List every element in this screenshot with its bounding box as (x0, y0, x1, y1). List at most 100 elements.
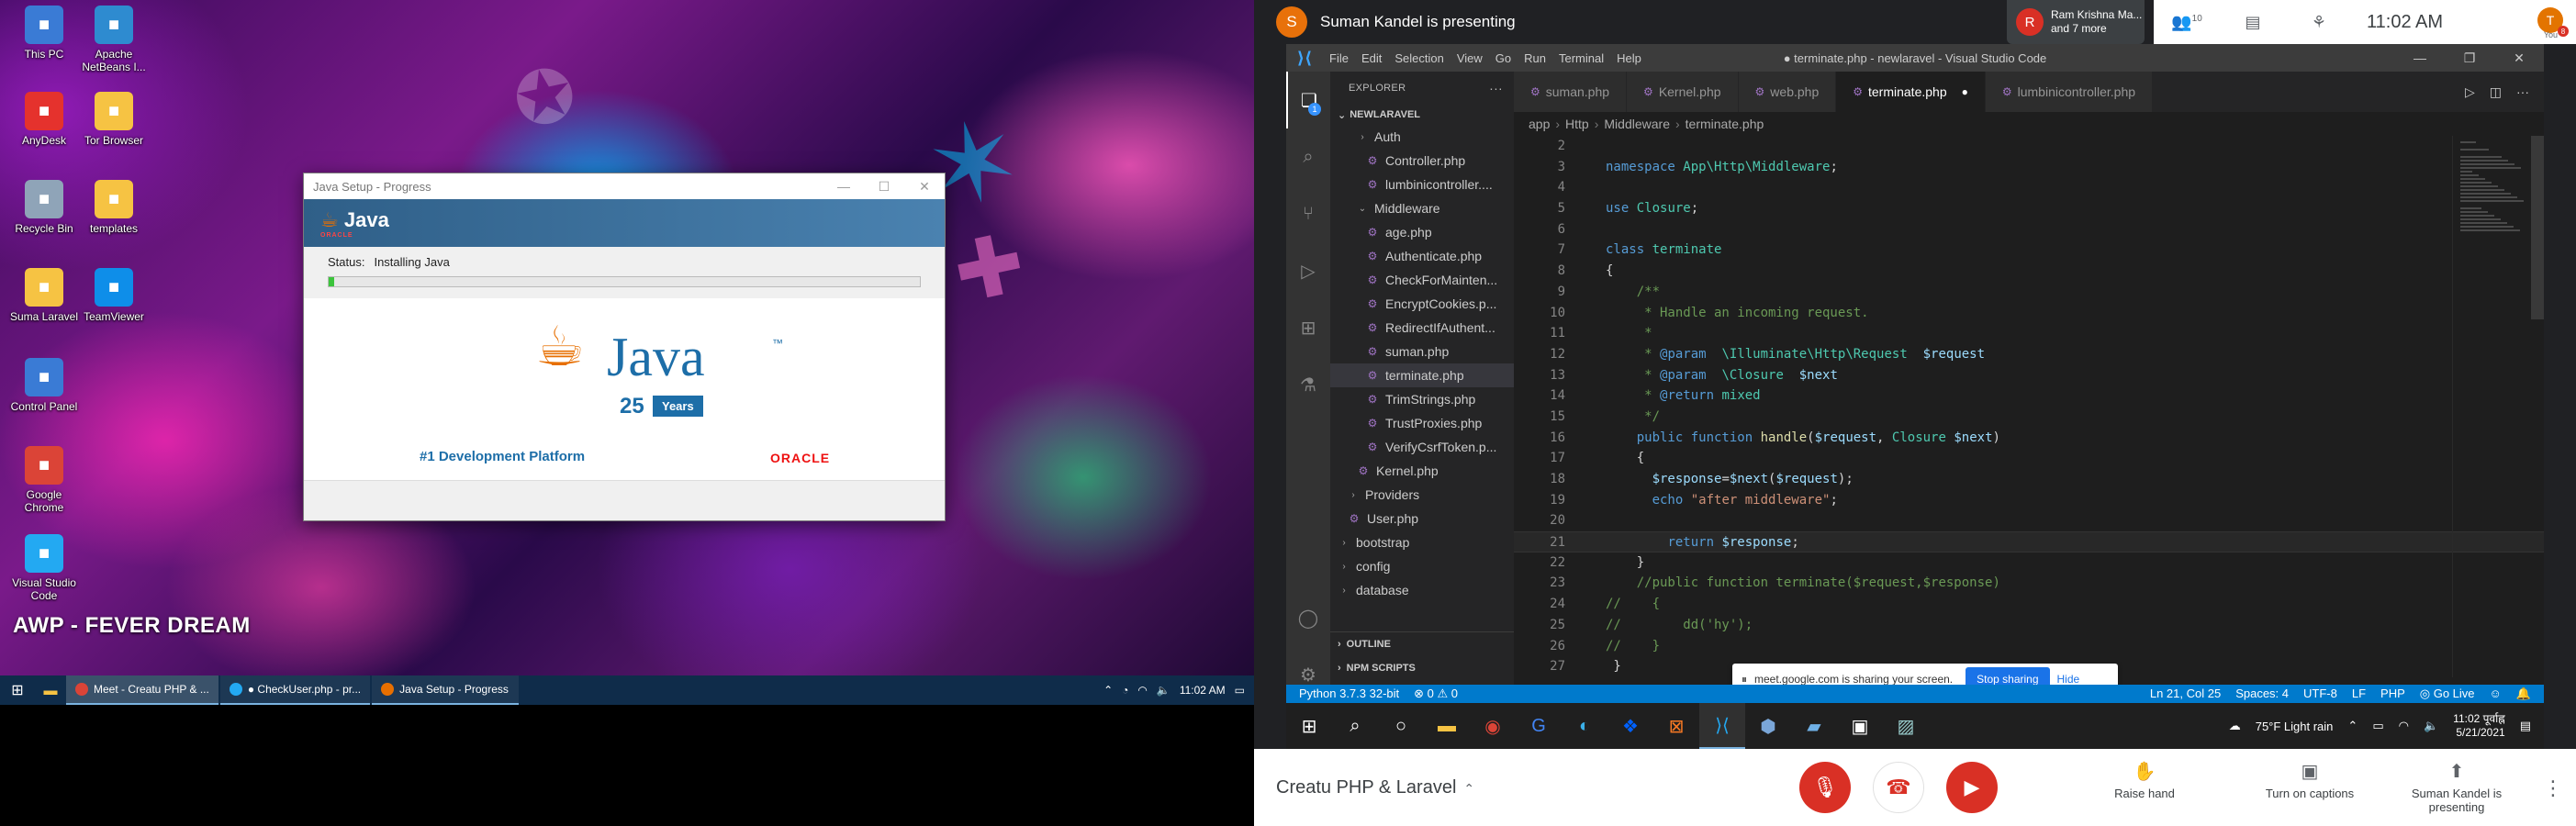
file-tree-item[interactable]: › bootstrap (1330, 530, 1514, 554)
dropbox-icon[interactable]: ❖ (1607, 703, 1653, 749)
menu-item-view[interactable]: View (1450, 51, 1489, 65)
file-tree-item[interactable]: › database (1330, 578, 1514, 602)
code-line[interactable]: 11 * (1514, 323, 2544, 344)
menu-item-edit[interactable]: Edit (1355, 51, 1388, 65)
code-line[interactable]: 10 * Handle an incoming request. (1514, 303, 2544, 324)
status-spaces[interactable]: Spaces: 4 (2235, 686, 2289, 701)
code-line[interactable]: 3 namespace App\Http\Middleware; (1514, 157, 2544, 178)
people-button[interactable]: 👥10 (2154, 13, 2220, 32)
file-tree-item[interactable]: ⚙ User.php (1330, 507, 1514, 530)
desktop-icon[interactable]: ■ templates (79, 180, 149, 235)
editor-tab[interactable]: ⚙ terminate.php ● (1836, 72, 1986, 112)
more-options-icon[interactable]: ⋮ (2543, 776, 2563, 800)
file-tree-item[interactable]: ⌄ Middleware (1330, 196, 1514, 220)
desktop-icon[interactable]: ■ This PC (9, 6, 79, 61)
restore-icon[interactable]: ❐ (2445, 44, 2494, 72)
chrome-icon[interactable]: ◉ (1470, 703, 1516, 749)
editor-scrollbar[interactable] (2531, 136, 2544, 319)
file-tree-item[interactable]: › Auth (1330, 125, 1514, 149)
presenting-button[interactable]: ⬆ Suman Kandel is presenting (2402, 760, 2512, 814)
desktop-icon[interactable]: ■ Suma Laravel (9, 268, 79, 323)
desktop-icon[interactable]: ■ AnyDesk (9, 92, 79, 147)
file-tree-item[interactable]: › config (1330, 554, 1514, 578)
raise-hand-button[interactable]: ✋ Raise hand (2108, 760, 2181, 800)
split-editor-icon[interactable]: ◫ (2490, 84, 2502, 100)
file-tree-item[interactable]: ⚙ terminate.php (1330, 363, 1514, 387)
search-icon[interactable]: ⌕ (1286, 128, 1330, 185)
menu-item-terminal[interactable]: Terminal (1552, 51, 1610, 65)
menu-item-run[interactable]: Run (1518, 51, 1552, 65)
status-position[interactable]: Ln 21, Col 25 (2150, 686, 2221, 701)
code-line[interactable]: 9 /** (1514, 282, 2544, 303)
file-tree-item[interactable]: › Providers (1330, 483, 1514, 507)
close-icon[interactable]: ✕ (2494, 44, 2544, 72)
breadcrumb-item[interactable]: app (1529, 117, 1550, 131)
bell-icon[interactable]: 🔔 (2516, 686, 2531, 701)
minimap[interactable] (2452, 136, 2544, 677)
file-tree-item[interactable]: ⚙ suman.php (1330, 340, 1514, 363)
code-line[interactable]: 23 //public function terminate($request,… (1514, 573, 2544, 594)
windows-start-icon[interactable]: ⊞ (1286, 703, 1332, 749)
desktop-icon[interactable]: ■ TeamViewer (79, 268, 149, 323)
code-line[interactable]: 6 (1514, 219, 2544, 240)
file-tree-item[interactable]: ⚙ Authenticate.php (1330, 244, 1514, 268)
testing-icon[interactable]: ⚗ (1286, 356, 1330, 413)
code-line[interactable]: 8{ (1514, 261, 2544, 282)
code-line[interactable]: 22 } (1514, 553, 2544, 574)
volume-icon[interactable]: 🔈 (2424, 719, 2438, 733)
modified-indicator[interactable]: ● (1962, 85, 1968, 98)
source-control-icon[interactable]: ⑂ (1286, 185, 1330, 242)
hide-banner-button[interactable]: Hide (2057, 673, 2080, 686)
network-icon[interactable]: ◔ (1122, 684, 1128, 697)
editor-tab[interactable]: ⚙ Kernel.php (1627, 72, 1739, 112)
breadcrumb-item[interactable]: terminate.php (1686, 117, 1764, 131)
taskbar-item[interactable]: Meet - Creatu PHP & ... (66, 675, 218, 705)
outline-section[interactable]: › NPM SCRIPTS (1330, 656, 1514, 680)
edge-icon[interactable]: ◐ (1562, 703, 1607, 749)
activities-button[interactable]: ⚘ (2286, 13, 2352, 32)
desktop-icon[interactable]: ■ Google Chrome (9, 446, 79, 514)
code-line[interactable]: 5 use Closure; (1514, 198, 2544, 219)
file-tree-item[interactable]: ⚙ Kernel.php (1330, 459, 1514, 483)
weather-text[interactable]: 75°F Light rain (2256, 720, 2334, 733)
more-actions-icon[interactable]: ··· (1489, 81, 1503, 95)
code-line[interactable]: 7 class terminate (1514, 240, 2544, 261)
explorer-folder-icon[interactable]: ▰ (1791, 703, 1837, 749)
close-icon[interactable]: ✕ (904, 179, 945, 195)
file-tree-item[interactable]: ⚙ lumbinicontroller.... (1330, 173, 1514, 196)
menu-item-help[interactable]: Help (1610, 51, 1648, 65)
captions-button[interactable]: ▣ Turn on captions (2255, 760, 2365, 800)
presenter-clock[interactable]: 11:02 पूर्वाह्न 5/21/2021 (2453, 712, 2505, 740)
breadcrumb-item[interactable]: Middleware (1604, 117, 1670, 131)
outline-section[interactable]: › OUTLINE (1330, 632, 1514, 656)
maximize-icon[interactable]: ☐ (864, 179, 904, 195)
file-tree-item[interactable]: ⚙ Controller.php (1330, 149, 1514, 173)
more-icon[interactable]: ··· (2516, 84, 2529, 99)
code-line[interactable]: 21 return $response; (1514, 531, 2544, 553)
status-python[interactable]: Python 3.7.3 32-bit (1299, 686, 1399, 701)
menu-item-go[interactable]: Go (1489, 51, 1518, 65)
participant-tile[interactable]: R Ram Krishna Ma... and 7 more (2007, 0, 2145, 44)
code-line[interactable]: 25 // dd('hy'); (1514, 615, 2544, 636)
run-icon[interactable]: ▷ (2465, 84, 2475, 100)
windows-start-icon[interactable]: ⊞ (0, 675, 35, 705)
volume-icon[interactable]: 🔈 (1157, 684, 1170, 697)
code-line[interactable]: 13 * @param \Closure $next (1514, 365, 2544, 386)
chevron-up-icon[interactable]: ⌃ (1103, 684, 1113, 697)
taskbar-item[interactable]: Java Setup - Progress (372, 675, 520, 705)
file-tree-item[interactable]: ⚙ age.php (1330, 220, 1514, 244)
code-line[interactable]: 19 echo "after middleware"; (1514, 490, 2544, 511)
notification-icon[interactable]: ▭ (1235, 684, 1245, 697)
google-icon[interactable]: G (1516, 703, 1562, 749)
code-line[interactable]: 17 { (1514, 448, 2544, 469)
desktop-icon[interactable]: ■ Recycle Bin (9, 180, 79, 235)
code-line[interactable]: 15 */ (1514, 407, 2544, 428)
file-tree-item[interactable]: ⚙ EncryptCookies.p... (1330, 292, 1514, 316)
extensions-icon[interactable]: ⊞ (1286, 299, 1330, 356)
code-line[interactable]: 12 * @param \Illuminate\Http\Request $re… (1514, 344, 2544, 365)
code-line[interactable]: 18 $response=$next($request); (1514, 469, 2544, 490)
taskbar-clock[interactable]: 11:02 AM (1180, 684, 1226, 697)
desktop-icon[interactable]: ■ Control Panel (9, 358, 79, 413)
code-line[interactable]: 26 // } (1514, 636, 2544, 657)
java-installer-icon[interactable]: ▨ (1883, 703, 1929, 749)
